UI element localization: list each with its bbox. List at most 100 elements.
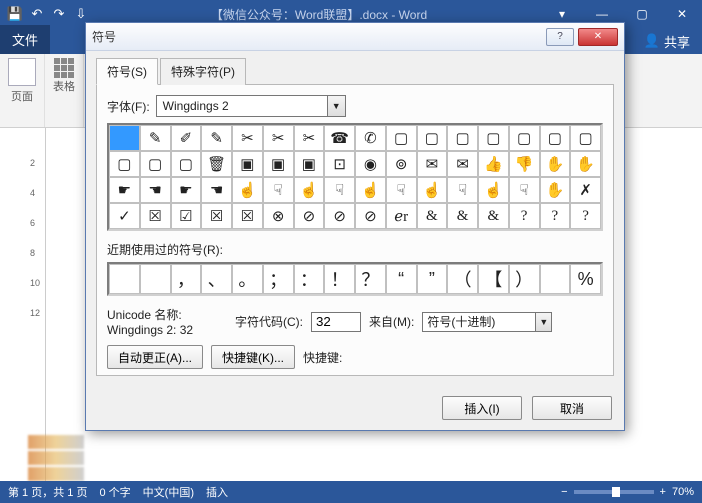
symbol-cell[interactable]: ✉: [417, 151, 448, 177]
recent-symbol-cell[interactable]: ；: [263, 264, 294, 294]
font-select[interactable]: Wingdings 2 ▼: [156, 95, 346, 117]
recent-symbol-cell[interactable]: 。: [232, 264, 263, 294]
symbol-cell[interactable]: ✋: [570, 151, 601, 177]
symbol-cell[interactable]: ✂: [263, 125, 294, 151]
status-page[interactable]: 第 1 页，共 1 页: [8, 484, 87, 500]
tab-special-chars[interactable]: 特殊字符(P): [160, 58, 246, 85]
symbol-cell[interactable]: ⊘: [324, 203, 355, 229]
symbol-cell[interactable]: ☒: [201, 203, 232, 229]
symbol-cell[interactable]: ✗: [570, 177, 601, 203]
symbol-cell[interactable]: ☟: [324, 177, 355, 203]
symbol-cell[interactable]: ✂: [294, 125, 325, 151]
zoom-plus-icon[interactable]: +: [660, 486, 666, 498]
zoom-slider[interactable]: [574, 490, 654, 494]
symbol-cell[interactable]: ?: [540, 203, 571, 229]
symbol-cell[interactable]: ☟: [386, 177, 417, 203]
symbol-cell[interactable]: ☛: [109, 177, 140, 203]
qa-more-icon[interactable]: ⇩: [72, 5, 90, 23]
zoom-percent[interactable]: 70%: [672, 486, 694, 498]
symbol-cell[interactable]: ⊘: [355, 203, 386, 229]
shortcut-key-button[interactable]: 快捷键(K)...: [211, 345, 295, 369]
dialog-help-button[interactable]: ?: [546, 28, 574, 46]
recent-symbol-cell[interactable]: [140, 264, 171, 294]
symbol-cell[interactable]: ▢: [570, 125, 601, 151]
symbol-cell[interactable]: ▢: [540, 125, 571, 151]
symbol-cell[interactable]: ✎: [140, 125, 171, 151]
symbol-cell[interactable]: ✂: [232, 125, 263, 151]
tab-symbols[interactable]: 符号(S): [96, 58, 158, 85]
symbol-cell[interactable]: ▢: [171, 151, 202, 177]
insert-button[interactable]: 插入(I): [442, 396, 522, 420]
status-words[interactable]: 0 个字: [99, 484, 130, 500]
autocorrect-button[interactable]: 自动更正(A)...: [107, 345, 203, 369]
symbol-cell[interactable]: ☚: [201, 177, 232, 203]
qa-save-icon[interactable]: 💾: [6, 5, 24, 23]
recent-symbol-cell[interactable]: [540, 264, 571, 294]
symbol-cell[interactable]: ☛: [171, 177, 202, 203]
chevron-down-icon[interactable]: ▼: [535, 313, 551, 331]
symbol-cell[interactable]: ☟: [509, 177, 540, 203]
qa-undo-icon[interactable]: ↶: [28, 5, 46, 23]
symbol-cell[interactable]: ☝: [232, 177, 263, 203]
symbol-cell[interactable]: ℯr: [386, 203, 417, 229]
symbol-cell[interactable]: ▢: [478, 125, 509, 151]
symbol-cell[interactable]: ✋: [540, 177, 571, 203]
symbol-cell[interactable]: ☟: [447, 177, 478, 203]
symbol-cell[interactable]: ◉: [355, 151, 386, 177]
recent-symbol-cell[interactable]: （: [447, 264, 478, 294]
status-lang[interactable]: 中文(中国): [143, 484, 194, 500]
symbol-cell[interactable]: &: [417, 203, 448, 229]
dialog-close-button[interactable]: ✕: [578, 28, 618, 46]
symbol-cell[interactable]: ▣: [263, 151, 294, 177]
symbol-cell[interactable]: ☝: [478, 177, 509, 203]
symbol-cell[interactable]: ⊘: [294, 203, 325, 229]
ribbon-group-page[interactable]: 页面: [0, 54, 45, 127]
recent-symbol-cell[interactable]: [109, 264, 140, 294]
recent-symbol-cell[interactable]: “: [386, 264, 417, 294]
zoom-thumb[interactable]: [612, 487, 620, 497]
symbol-cell[interactable]: ✓: [109, 203, 140, 229]
recent-symbol-cell[interactable]: ”: [417, 264, 448, 294]
symbol-cell[interactable]: ?: [570, 203, 601, 229]
symbol-cell[interactable]: &: [447, 203, 478, 229]
recent-symbol-cell[interactable]: ：: [294, 264, 325, 294]
symbol-cell[interactable]: ✎: [201, 125, 232, 151]
window-close-icon[interactable]: ✕: [662, 0, 702, 28]
ribbon-group-table[interactable]: 表格: [45, 54, 84, 127]
zoom-minus-icon[interactable]: −: [561, 486, 567, 498]
symbol-cell[interactable]: ⊗: [263, 203, 294, 229]
symbol-cell[interactable]: ▢: [140, 151, 171, 177]
char-code-input[interactable]: [311, 312, 361, 332]
recent-symbol-cell[interactable]: ？: [355, 264, 386, 294]
symbol-cell[interactable]: 👎: [509, 151, 540, 177]
symbol-cell[interactable]: 🗑: [201, 151, 232, 177]
symbol-cell[interactable]: ☝: [355, 177, 386, 203]
symbol-cell[interactable]: [109, 125, 140, 151]
recent-symbol-cell[interactable]: ！: [324, 264, 355, 294]
symbol-cell[interactable]: ☑: [171, 203, 202, 229]
symbol-cell[interactable]: &: [478, 203, 509, 229]
symbol-cell[interactable]: ☝: [294, 177, 325, 203]
symbol-cell[interactable]: ☟: [263, 177, 294, 203]
symbol-cell[interactable]: ☒: [232, 203, 263, 229]
symbol-cell[interactable]: ?: [509, 203, 540, 229]
recent-symbol-cell[interactable]: 、: [201, 264, 232, 294]
status-mode[interactable]: 插入: [206, 484, 228, 500]
symbol-cell[interactable]: ☎: [324, 125, 355, 151]
symbol-cell[interactable]: ▢: [417, 125, 448, 151]
recent-symbol-cell[interactable]: %: [570, 264, 601, 294]
window-maximize-icon[interactable]: ▢: [622, 0, 662, 28]
symbol-cell[interactable]: ▣: [294, 151, 325, 177]
tab-file[interactable]: 文件: [0, 25, 50, 54]
symbol-cell[interactable]: ☝: [417, 177, 448, 203]
symbol-cell[interactable]: ▢: [109, 151, 140, 177]
symbol-cell[interactable]: ✆: [355, 125, 386, 151]
symbol-cell[interactable]: ☒: [140, 203, 171, 229]
symbol-cell[interactable]: 👍: [478, 151, 509, 177]
chevron-down-icon[interactable]: ▼: [327, 96, 345, 116]
recent-symbol-cell[interactable]: ，: [171, 264, 202, 294]
symbol-cell[interactable]: ☚: [140, 177, 171, 203]
share-button[interactable]: 👤 共享: [632, 28, 702, 54]
recent-symbol-cell[interactable]: 【: [478, 264, 509, 294]
symbol-cell[interactable]: ✉: [447, 151, 478, 177]
